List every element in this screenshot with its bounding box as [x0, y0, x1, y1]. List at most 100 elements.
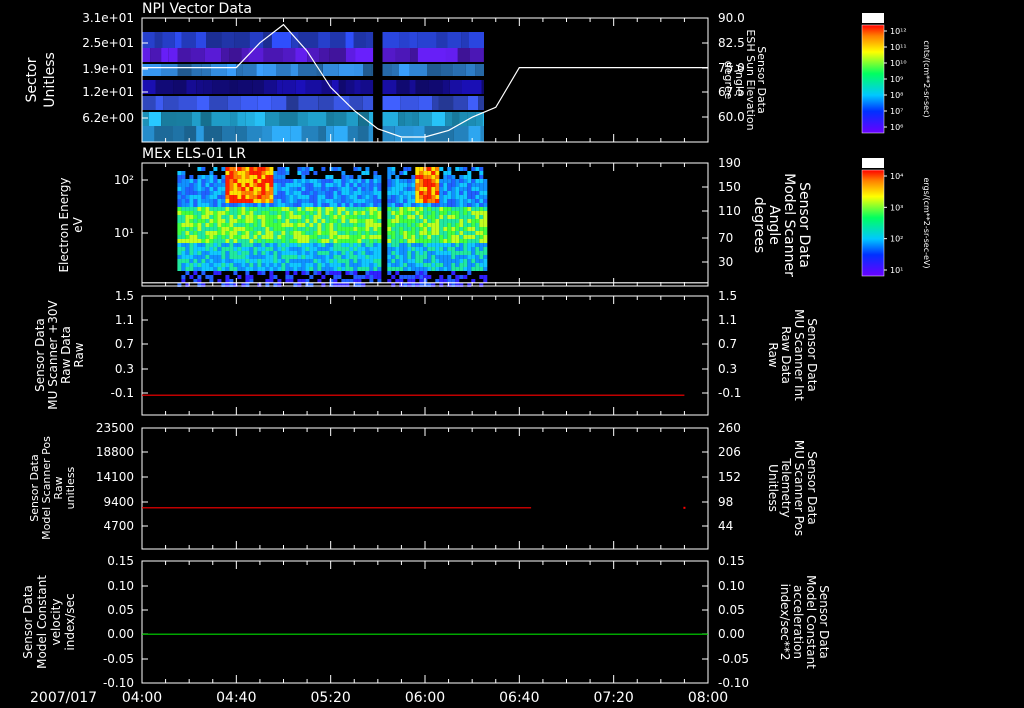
spectrogram-cell — [451, 175, 456, 179]
spectrogram-cell — [373, 175, 378, 179]
spectrogram-cell — [269, 267, 274, 271]
spectrogram-cell — [361, 251, 366, 255]
spectrogram-cell — [349, 191, 354, 195]
spectrogram-cell — [265, 267, 270, 271]
spectrogram-cell — [419, 275, 424, 279]
spectrogram-cell — [233, 211, 238, 215]
spectrogram-cell — [261, 243, 266, 247]
spectrogram-cell — [325, 231, 330, 235]
spectrogram-cell — [427, 223, 432, 227]
spectrogram-cell — [467, 187, 472, 191]
spectrogram-cell — [297, 263, 302, 267]
spectrogram-cell — [229, 247, 234, 251]
spectrogram-cell — [353, 215, 358, 219]
spectrogram-cell — [245, 251, 250, 255]
spectrogram-cell — [261, 211, 266, 215]
spectrogram-cell — [197, 263, 202, 267]
spectrogram-cell — [435, 207, 440, 211]
spectrogram-cell — [349, 235, 354, 239]
spectrogram-cell — [419, 247, 424, 251]
spectrogram-cell — [293, 191, 298, 195]
spectrogram-cell — [269, 251, 274, 255]
spectrogram-cell — [277, 187, 282, 191]
spectrogram-cell — [237, 199, 242, 203]
spectrogram-cell — [281, 199, 286, 203]
y-tick-label-left: 3.1e+01 — [82, 11, 134, 25]
spectrogram-cell — [483, 187, 488, 191]
spectrogram-cell — [245, 255, 250, 259]
spectrogram-cell — [209, 199, 214, 203]
spectrogram-cell — [451, 195, 456, 199]
spectrogram-cell — [237, 231, 242, 235]
spectrogram-cell — [361, 203, 366, 207]
spectrogram-cell — [197, 203, 202, 207]
heat-cell — [325, 126, 334, 142]
spectrogram-cell — [479, 191, 484, 195]
spectrogram-cell — [321, 251, 326, 255]
spectrogram-cell — [289, 243, 294, 247]
spectrogram-cell — [415, 251, 420, 255]
spectrogram-cell — [483, 255, 488, 259]
spectrogram-cell — [427, 183, 432, 187]
spectrogram-cell — [273, 179, 278, 183]
spectrogram-cell — [205, 235, 210, 239]
spectrogram-cell — [467, 259, 472, 263]
spectrogram-cell — [233, 263, 238, 267]
spectrogram-cell — [213, 191, 218, 195]
spectrogram-cell — [177, 179, 182, 183]
spectrogram-cell — [423, 239, 428, 243]
spectrogram-cell — [301, 183, 306, 187]
spectrogram-cell — [297, 239, 302, 243]
spectrogram-cell — [439, 195, 444, 199]
spectrogram-cell — [305, 207, 310, 211]
spectrogram-cell — [431, 191, 436, 195]
spectrogram-cell — [181, 219, 186, 223]
spectrogram-cell — [435, 223, 440, 227]
spectrogram-cell — [281, 215, 286, 219]
spectrogram-cell — [185, 187, 190, 191]
y-tick-label-right: 0.00 — [718, 627, 745, 641]
spectrogram-cell — [309, 195, 314, 199]
spectrogram-cell — [369, 275, 374, 279]
spectrogram-cell — [411, 275, 416, 279]
spectrogram-cell — [333, 207, 338, 211]
spectrogram-cell — [447, 275, 452, 279]
spectrogram-cell — [337, 263, 342, 267]
spectrogram-cell — [373, 191, 378, 195]
spectrogram-cell — [273, 267, 278, 271]
spectrogram-cell — [337, 259, 342, 263]
spectrogram-cell — [467, 223, 472, 227]
spectrogram-cell — [257, 255, 262, 259]
spectrogram-cell — [213, 215, 218, 219]
spectrogram-cell — [329, 199, 334, 203]
heat-cell — [262, 126, 272, 142]
spectrogram-cell — [197, 199, 202, 203]
spectrogram-cell — [377, 259, 382, 263]
spectrogram-cell — [269, 223, 274, 227]
spectrogram-cell — [261, 195, 266, 199]
y-axis-label-right: Raw — [766, 342, 780, 367]
spectrogram-cell — [451, 179, 456, 183]
spectrogram-cell — [177, 267, 182, 271]
heat-cell — [173, 80, 187, 94]
spectrogram-cell — [395, 223, 400, 227]
spectrogram-cell — [321, 243, 326, 247]
spectrogram-cell — [431, 263, 436, 267]
spectrogram-cell — [197, 187, 202, 191]
spectrogram-cell — [443, 223, 448, 227]
spectrogram-cell — [403, 267, 408, 271]
spectrogram-cell — [285, 247, 290, 251]
spectrogram-cell — [443, 175, 448, 179]
spectrogram-cell — [411, 215, 416, 219]
spectrogram-cell — [317, 263, 322, 267]
spectrogram-cell — [357, 203, 362, 207]
spectrogram-cell — [329, 239, 334, 243]
spectrogram-cell — [209, 187, 214, 191]
spectrogram-cell — [395, 227, 400, 231]
spectrogram-cell — [301, 271, 306, 275]
spectrogram-cell — [253, 251, 258, 255]
spectrogram-cell — [455, 219, 460, 223]
spectrogram-cell — [349, 267, 354, 271]
spectrogram-cell — [329, 231, 334, 235]
spectrogram-cell — [289, 227, 294, 231]
